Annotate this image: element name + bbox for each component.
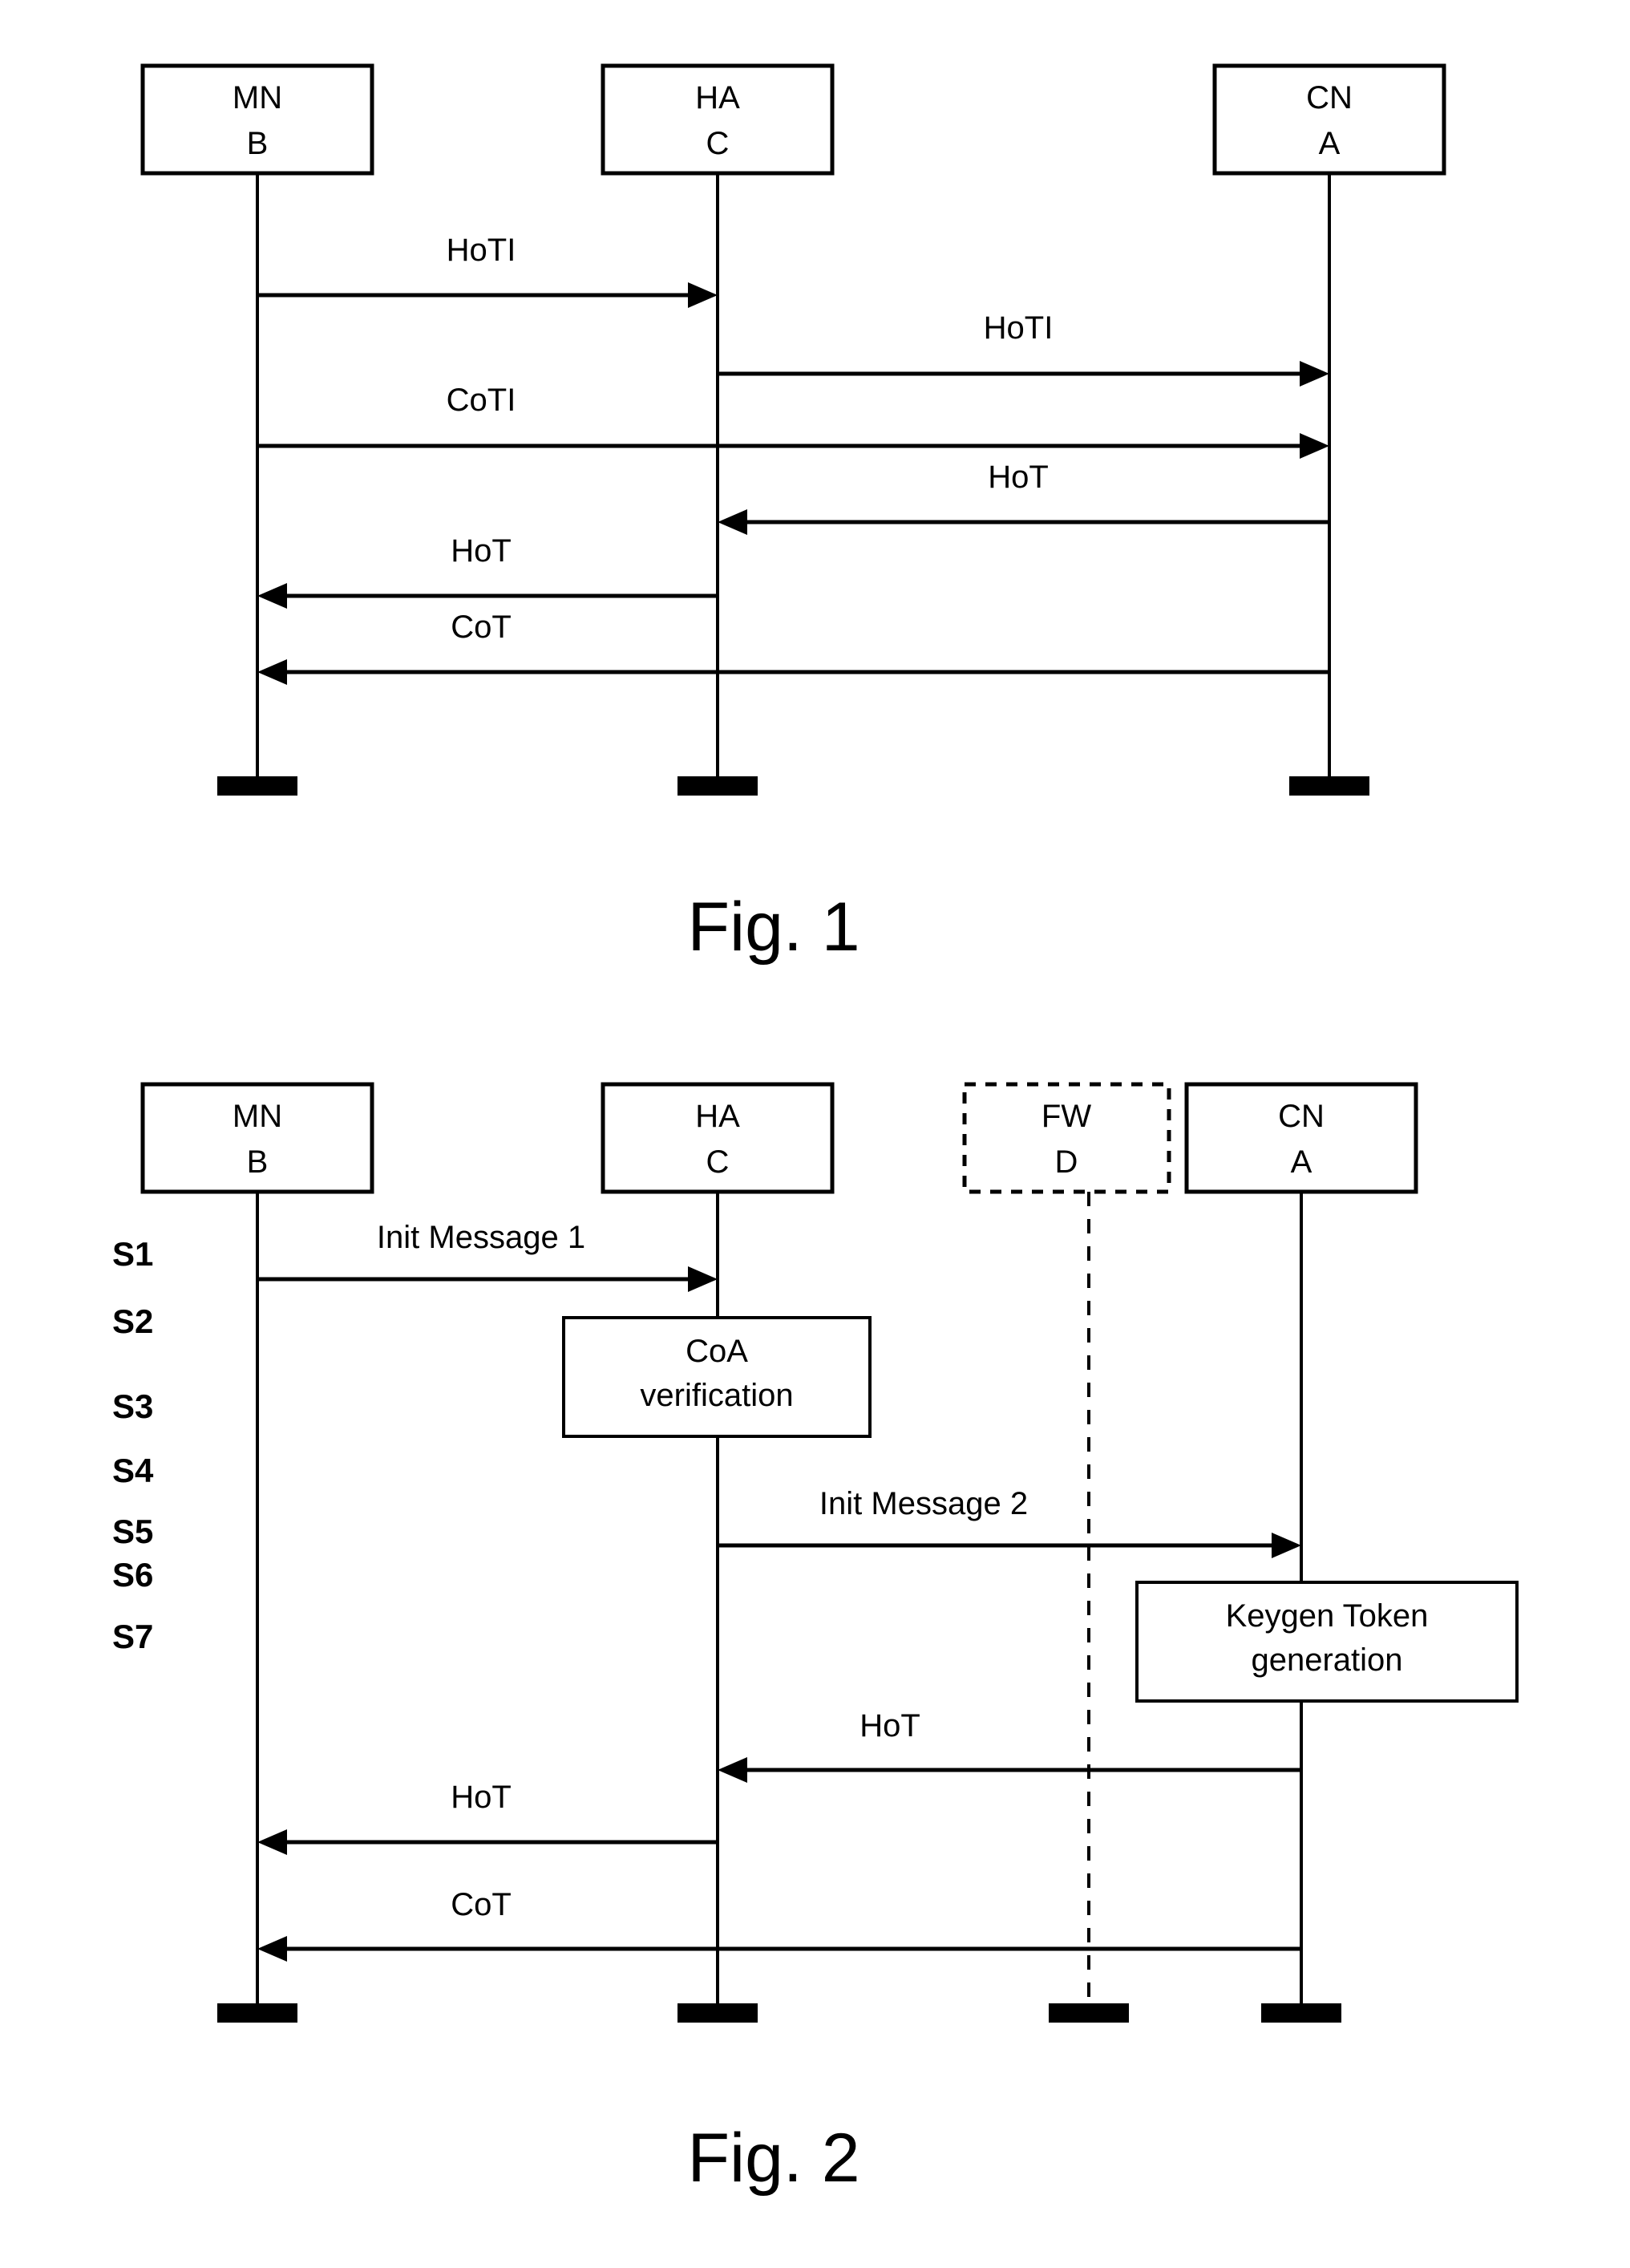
fig1-participant-mn: MN B	[140, 63, 374, 796]
fig2-message-s7-arrowhead	[257, 1936, 287, 1962]
fig2-terminator-cn	[1261, 2003, 1341, 2023]
fig2-node-name-cn: CN	[1278, 1099, 1325, 1134]
fig2-participant-cn: CN A	[1184, 1082, 1418, 2023]
fig2-step-label-s4: S4	[112, 1452, 154, 1489]
fig1-message-5-label: HoT	[451, 533, 512, 569]
fig1-node-letter-ha: C	[706, 126, 730, 161]
fig1-message-1: HoTI	[257, 233, 718, 308]
fig1-terminator-ha	[677, 776, 758, 796]
fig2-step-label-s3: S3	[112, 1387, 153, 1425]
fig2-terminator-ha	[677, 2003, 758, 2023]
fig1-message-6-label: CoT	[451, 610, 512, 645]
fig1-message-5: HoT	[257, 533, 718, 609]
fig2-message-s5: HoT	[718, 1708, 1301, 1783]
fig1-participant-cn: CN A	[1212, 63, 1446, 796]
fig2-node-name-fw: FW	[1042, 1099, 1091, 1134]
fig2-message-s7: CoT	[257, 1887, 1301, 1962]
fig2-message-s7-label: CoT	[451, 1887, 512, 1922]
fig2-message-s1-label: Init Message 1	[377, 1220, 585, 1255]
fig2-message-s5-label: HoT	[859, 1708, 920, 1744]
fig1-node-letter-mn: B	[247, 126, 269, 161]
figure-2-caption: Fig. 2	[687, 2120, 859, 2197]
figure-2: MN B HA C FW D CN A S1 S2 S3 S4 S5 S6 S7…	[0, 1051, 1630, 2262]
fig2-node-letter-cn: A	[1291, 1144, 1312, 1180]
fig1-terminator-cn	[1289, 776, 1369, 796]
fig2-participant-ha: HA C	[601, 1082, 835, 2023]
fig2-step-label-s6: S6	[112, 1556, 153, 1594]
fig2-message-s1-arrowhead	[688, 1266, 718, 1292]
fig1-message-3-arrowhead	[1300, 433, 1329, 459]
fig1-participant-ha: HA C	[601, 63, 835, 796]
fig1-message-1-label: HoTI	[447, 233, 516, 268]
figure-1-caption: Fig. 1	[687, 889, 859, 966]
fig2-activity-s2-line2: verification	[640, 1378, 793, 1413]
figure-1: MN B HA C CN A HoTI HoTI CoTI HoT HoT Co…	[0, 0, 1630, 994]
fig2-terminator-fw	[1049, 2003, 1129, 2023]
fig2-participant-mn: MN B	[140, 1082, 374, 2023]
fig1-node-name-ha: HA	[695, 80, 740, 115]
fig2-activity-s2-line1: CoA	[686, 1334, 748, 1369]
fig2-participant-fw: FW D	[962, 1082, 1171, 2023]
fig1-message-6: CoT	[257, 610, 1329, 685]
fig2-node-letter-mn: B	[247, 1144, 269, 1180]
fig2-step-label-s2: S2	[112, 1302, 153, 1340]
fig2-activity-s4-line2: generation	[1251, 1642, 1402, 1678]
fig1-message-2-label: HoTI	[984, 310, 1054, 346]
fig2-step-label-s1: S1	[112, 1235, 153, 1273]
patent-drawing-page: MN B HA C CN A HoTI HoTI CoTI HoT HoT Co…	[0, 0, 1630, 2268]
fig2-node-name-ha: HA	[695, 1099, 740, 1134]
fig2-node-name-mn: MN	[233, 1099, 282, 1134]
fig2-message-s6-label: HoT	[451, 1780, 512, 1815]
fig2-message-s6: HoT	[257, 1780, 718, 1855]
fig1-message-3: CoTI	[257, 383, 1329, 459]
fig1-node-name-cn: CN	[1306, 80, 1353, 115]
fig1-message-1-arrowhead	[688, 282, 718, 308]
fig1-message-4: HoT	[718, 460, 1329, 535]
fig2-activity-s2: CoA verification	[562, 1316, 872, 1438]
fig2-message-s3-label: Init Message 2	[819, 1486, 1028, 1521]
fig1-message-5-arrowhead	[257, 583, 287, 609]
fig2-node-letter-fw: D	[1055, 1144, 1078, 1180]
fig1-terminator-mn	[217, 776, 297, 796]
fig1-message-4-arrowhead	[718, 509, 747, 535]
fig1-message-6-arrowhead	[257, 659, 287, 685]
fig2-terminator-mn	[217, 2003, 297, 2023]
fig2-message-s3-arrowhead	[1272, 1533, 1301, 1558]
fig1-node-name-mn: MN	[233, 80, 282, 115]
fig1-message-2-arrowhead	[1300, 361, 1329, 387]
fig1-message-3-label: CoTI	[447, 383, 516, 418]
fig1-node-letter-cn: A	[1319, 126, 1341, 161]
fig2-step-label-s7: S7	[112, 1618, 153, 1655]
fig2-message-s5-arrowhead	[718, 1757, 747, 1783]
fig2-node-letter-ha: C	[706, 1144, 730, 1180]
fig2-step-label-s5: S5	[112, 1513, 153, 1550]
fig2-activity-s4: Keygen Token generation	[1135, 1581, 1519, 1703]
fig2-activity-s4-line1: Keygen Token	[1226, 1598, 1429, 1634]
fig1-message-2: HoTI	[718, 310, 1329, 387]
fig2-message-s3: Init Message 2	[718, 1486, 1301, 1558]
fig1-message-4-label: HoT	[988, 460, 1049, 495]
fig2-message-s6-arrowhead	[257, 1829, 287, 1855]
fig2-message-s1: Init Message 1	[257, 1220, 718, 1292]
